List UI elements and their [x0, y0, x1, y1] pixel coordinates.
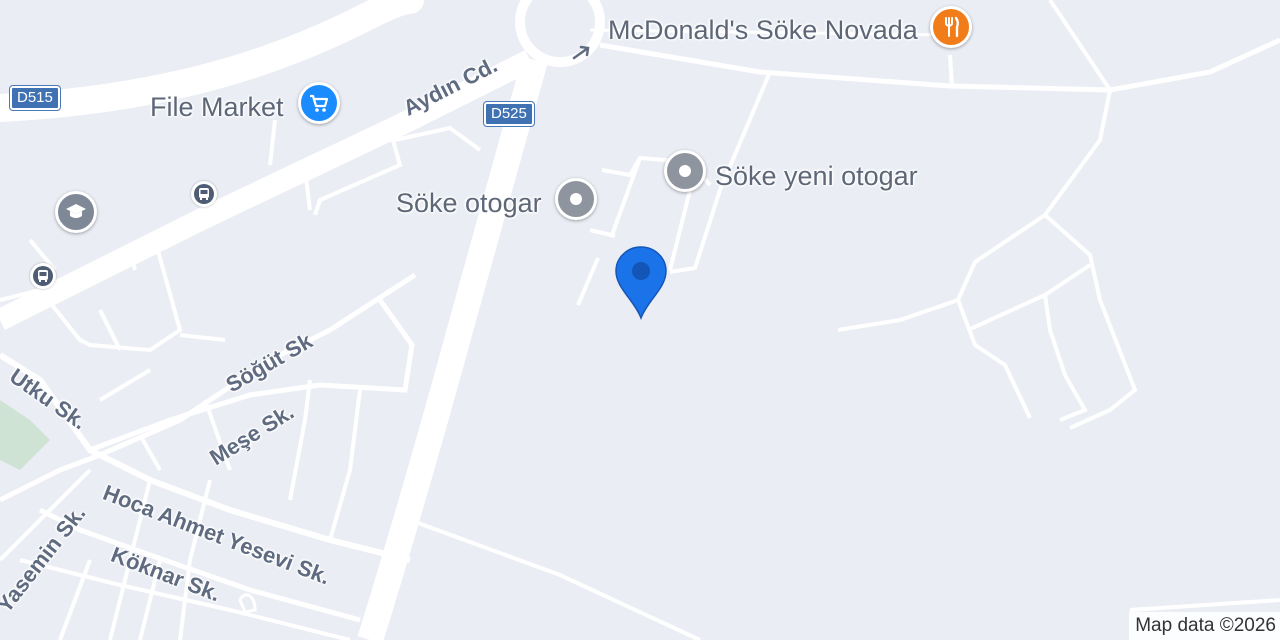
poi-file-market-label[interactable]: File Market	[150, 92, 284, 122]
location-pin-icon[interactable]	[614, 244, 668, 321]
bus-stop[interactable]	[30, 263, 56, 289]
fork-knife-icon	[930, 6, 972, 48]
poi-soke-yeni-otogar-pin[interactable]	[664, 150, 710, 196]
poi-soke-otogar-label[interactable]: Söke otogar	[396, 188, 542, 218]
map-attribution: Map data ©2026	[1129, 612, 1280, 640]
shopping-cart-icon	[298, 82, 340, 124]
graduation-cap-icon	[55, 191, 97, 233]
bus-icon	[194, 184, 214, 204]
poi-mcdonalds-pin[interactable]	[930, 6, 976, 52]
route-shield-d525: D525	[483, 101, 535, 127]
place-dot-icon	[664, 150, 706, 192]
poi-mcdonalds-label[interactable]: McDonald's Söke Novada	[608, 15, 918, 45]
poi-soke-yeni-otogar-label[interactable]: Söke yeni otogar	[715, 161, 918, 191]
poi-school-pin[interactable]	[55, 191, 101, 237]
route-shield-d515: D515	[9, 85, 61, 111]
poi-soke-otogar-pin[interactable]	[555, 178, 601, 224]
bus-stop[interactable]	[191, 181, 217, 207]
poi-file-market-pin[interactable]	[298, 82, 344, 128]
map-canvas[interactable]: D515 D525 Aydın Cd. Söğüt Sk Utku Sk. Me…	[0, 0, 1280, 640]
bus-icon	[33, 266, 53, 286]
place-dot-icon	[555, 178, 597, 220]
